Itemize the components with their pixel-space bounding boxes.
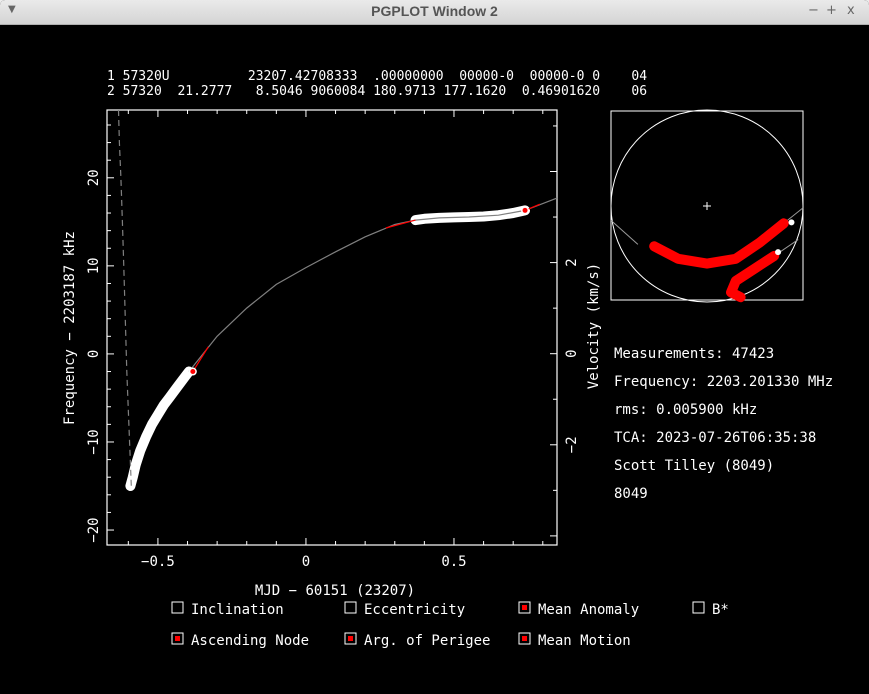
checkbox-label: Arg. of Perigee (364, 633, 490, 649)
y-axis-label: Frequency − 2203187 kHz (62, 231, 78, 425)
checkbox-arg-of-perigee[interactable]: Arg. of Perigee (344, 632, 490, 649)
checkbox-check (348, 636, 353, 641)
checkbox-inclination[interactable]: Inclination (171, 601, 284, 618)
pgplot-window: ▼ PGPLOT Window 2 − + x 1 57320U 23207.4… (0, 0, 869, 694)
tle-line-1: 1 57320U 23207.42708333 .00000000 00000-… (107, 69, 647, 84)
plot-series (117, 109, 558, 491)
checkbox-label: B* (712, 602, 729, 618)
checkbox-check (175, 636, 180, 641)
measurement-point (134, 463, 137, 466)
fit-segment (385, 219, 416, 229)
y2-tick-label: 0 (564, 349, 580, 357)
close-button[interactable]: x (847, 3, 855, 18)
site-id-text: 8049 (614, 486, 648, 502)
selected-point[interactable] (522, 207, 528, 213)
fit-segment (192, 346, 209, 372)
checkbox-mean-motion[interactable]: Mean Motion (518, 632, 631, 649)
checkbox-label: Ascending Node (191, 633, 309, 649)
checkbox-label: Mean Anomaly (538, 602, 639, 618)
measurement-point (151, 423, 153, 426)
window-title: PGPLOT Window 2 (371, 3, 498, 19)
y2-axis-label: Velocity (km/s) (586, 263, 602, 389)
frequency-model-line (188, 197, 558, 372)
selected-point[interactable] (190, 369, 196, 375)
tca-text: TCA: 2023-07-26T06:35:38 (614, 430, 816, 446)
checkbox-label: Mean Motion (538, 633, 631, 649)
checkbox-eccentricity[interactable]: Eccentricity (344, 601, 465, 618)
y-tick-label: 20 (86, 169, 102, 186)
checkbox-box[interactable] (171, 601, 184, 614)
measurement-point (162, 403, 165, 406)
measurements-text: Measurements: 47423 (614, 346, 774, 362)
zenith-cross-icon (703, 202, 711, 210)
rms-text: rms: 0.005900 kHz (614, 402, 757, 418)
x-axis-label: MJD − 60151 (23207) (255, 583, 415, 599)
observer-text: Scott Tilley (8049) (614, 458, 774, 474)
checkbox-mean-anomaly[interactable]: Mean Anomaly (518, 601, 639, 618)
measurement-point (168, 396, 171, 399)
measurement-point (131, 476, 134, 479)
checkbox-label: Eccentricity (364, 602, 465, 618)
sky-selected-point (788, 219, 795, 226)
measurement-point (145, 435, 148, 438)
y2-tick-label: −2 (564, 436, 580, 453)
measurement-point (174, 388, 177, 391)
checkbox-box[interactable] (344, 601, 357, 614)
checkbox-check (522, 605, 527, 610)
y-tick-label: −10 (86, 429, 102, 454)
axis-ticks (107, 110, 557, 545)
checkbox-label: Inclination (191, 602, 284, 618)
sky-tracks (610, 207, 804, 303)
checkbox-check (522, 636, 527, 641)
y-tick-label: 0 (86, 350, 102, 358)
frequency-text: Frequency: 2203.201330 MHz (614, 374, 833, 390)
x-tick-label: 0 (302, 554, 310, 570)
plot-svg: 1 57320U 23207.42708333 .00000000 00000-… (62, 69, 833, 649)
y-tick-label: 10 (86, 257, 102, 274)
axis-tick-labels: −0.5 0 0.5−20−1001020−202 (86, 169, 580, 570)
velocity-model-line (117, 109, 132, 487)
minimize-button[interactable]: − (808, 3, 819, 18)
x-tick-label: 0.5 (441, 554, 466, 570)
element-checkboxes: Inclination Eccentricity Mean Anomaly B* Asc… (171, 601, 729, 649)
x-tick-label: −0.5 (141, 554, 175, 570)
y-tick-label: −20 (86, 517, 102, 542)
checkbox-b[interactable]: B* (692, 601, 729, 618)
plot-canvas: 1 57320U 23207.42708333 .00000000 00000-… (0, 25, 869, 694)
sky-selected-point (775, 249, 782, 256)
measurement-point (139, 449, 142, 452)
checkbox-ascending-node[interactable]: Ascending Node (171, 632, 309, 649)
measurement-point (180, 380, 183, 383)
title-bar: ▼ PGPLOT Window 2 − + x (0, 0, 869, 25)
tle-line-2: 2 57320 21.2777 8.5046 9060084 180.9713 … (107, 84, 647, 99)
y2-tick-label: 2 (564, 258, 580, 266)
measurement-point (156, 413, 159, 416)
measurement-band (125, 366, 194, 491)
main-plot-frame (106, 109, 558, 546)
checkbox-box[interactable] (692, 601, 705, 614)
maximize-button[interactable]: + (826, 3, 837, 18)
